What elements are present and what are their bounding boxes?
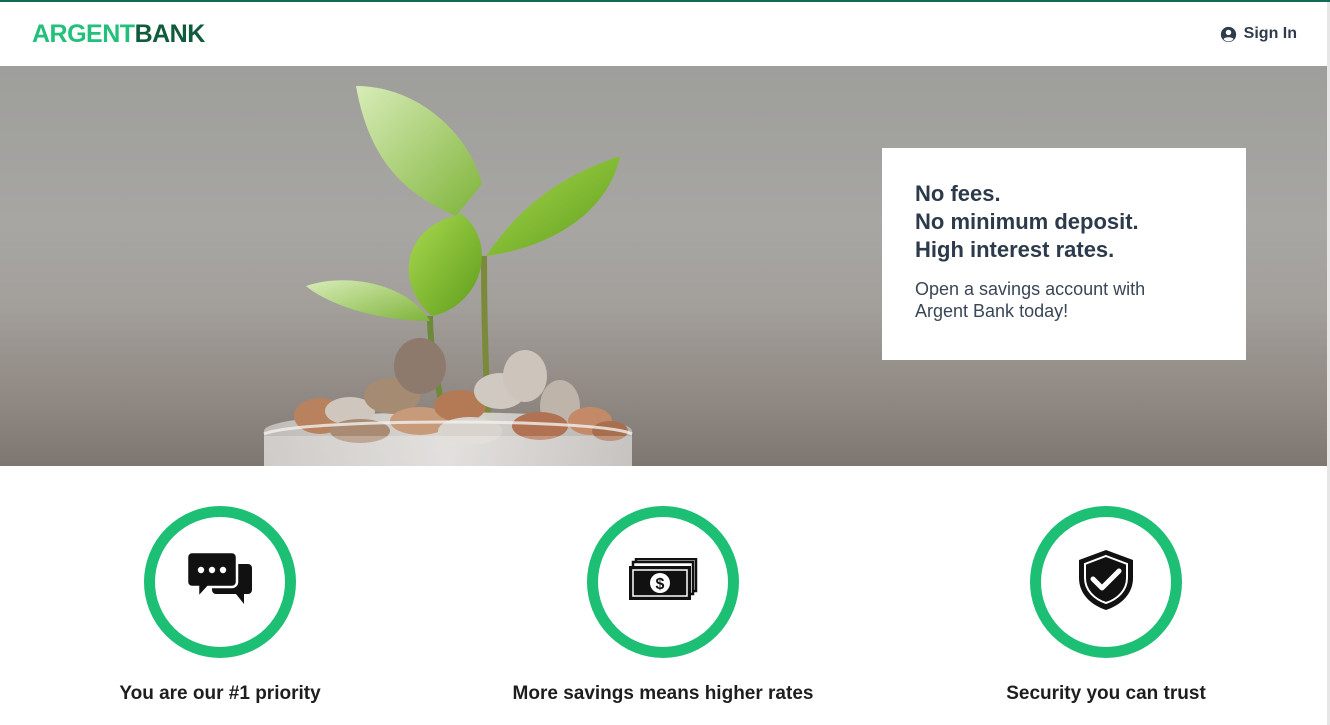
promo-line-1: No fees. (915, 181, 1001, 206)
promo-body: Open a savings account with Argent Bank … (915, 278, 1214, 322)
site-header: ARGENT BANK Sign In (0, 2, 1327, 66)
feature-icon-ring: $ (587, 506, 739, 658)
promo-card: No fees. No minimum deposit. High intere… (882, 148, 1246, 360)
sign-in-label: Sign In (1243, 25, 1297, 42)
promo-line-3: High interest rates. (915, 237, 1115, 262)
promo-headline: No fees. No minimum deposit. High intere… (915, 180, 1214, 264)
feature-savings: $ More savings means higher rates (443, 506, 883, 706)
feature-icon-ring (1030, 506, 1182, 658)
features-section: You are our #1 priority $ More savings m… (0, 466, 1327, 725)
user-circle-icon (1220, 26, 1237, 43)
feature-title-security: Security you can trust (1006, 683, 1206, 704)
feature-icon-ring (144, 506, 296, 658)
feature-priority: You are our #1 priority (0, 506, 440, 706)
promo-body-line-2: Argent Bank today! (915, 301, 1069, 321)
hero-banner: No fees. No minimum deposit. High intere… (0, 66, 1327, 466)
feature-title-savings: More savings means higher rates (512, 683, 814, 704)
brand-logo[interactable]: ARGENT BANK (32, 20, 205, 49)
shield-check-icon (1076, 548, 1136, 617)
feature-title-priority: You are our #1 priority (119, 683, 321, 704)
brand-part-2: BANK (134, 19, 206, 48)
feature-security: Security you can trust (886, 506, 1326, 706)
promo-line-2: No minimum deposit. (915, 209, 1139, 234)
promo-body-line-1: Open a savings account with (915, 279, 1146, 299)
sign-in-button[interactable]: Sign In (1220, 25, 1297, 43)
chat-bubbles-icon (185, 550, 254, 615)
money-stack-icon: $ (628, 557, 698, 607)
brand-part-1: ARGENT (32, 19, 135, 48)
svg-text:$: $ (656, 576, 665, 593)
